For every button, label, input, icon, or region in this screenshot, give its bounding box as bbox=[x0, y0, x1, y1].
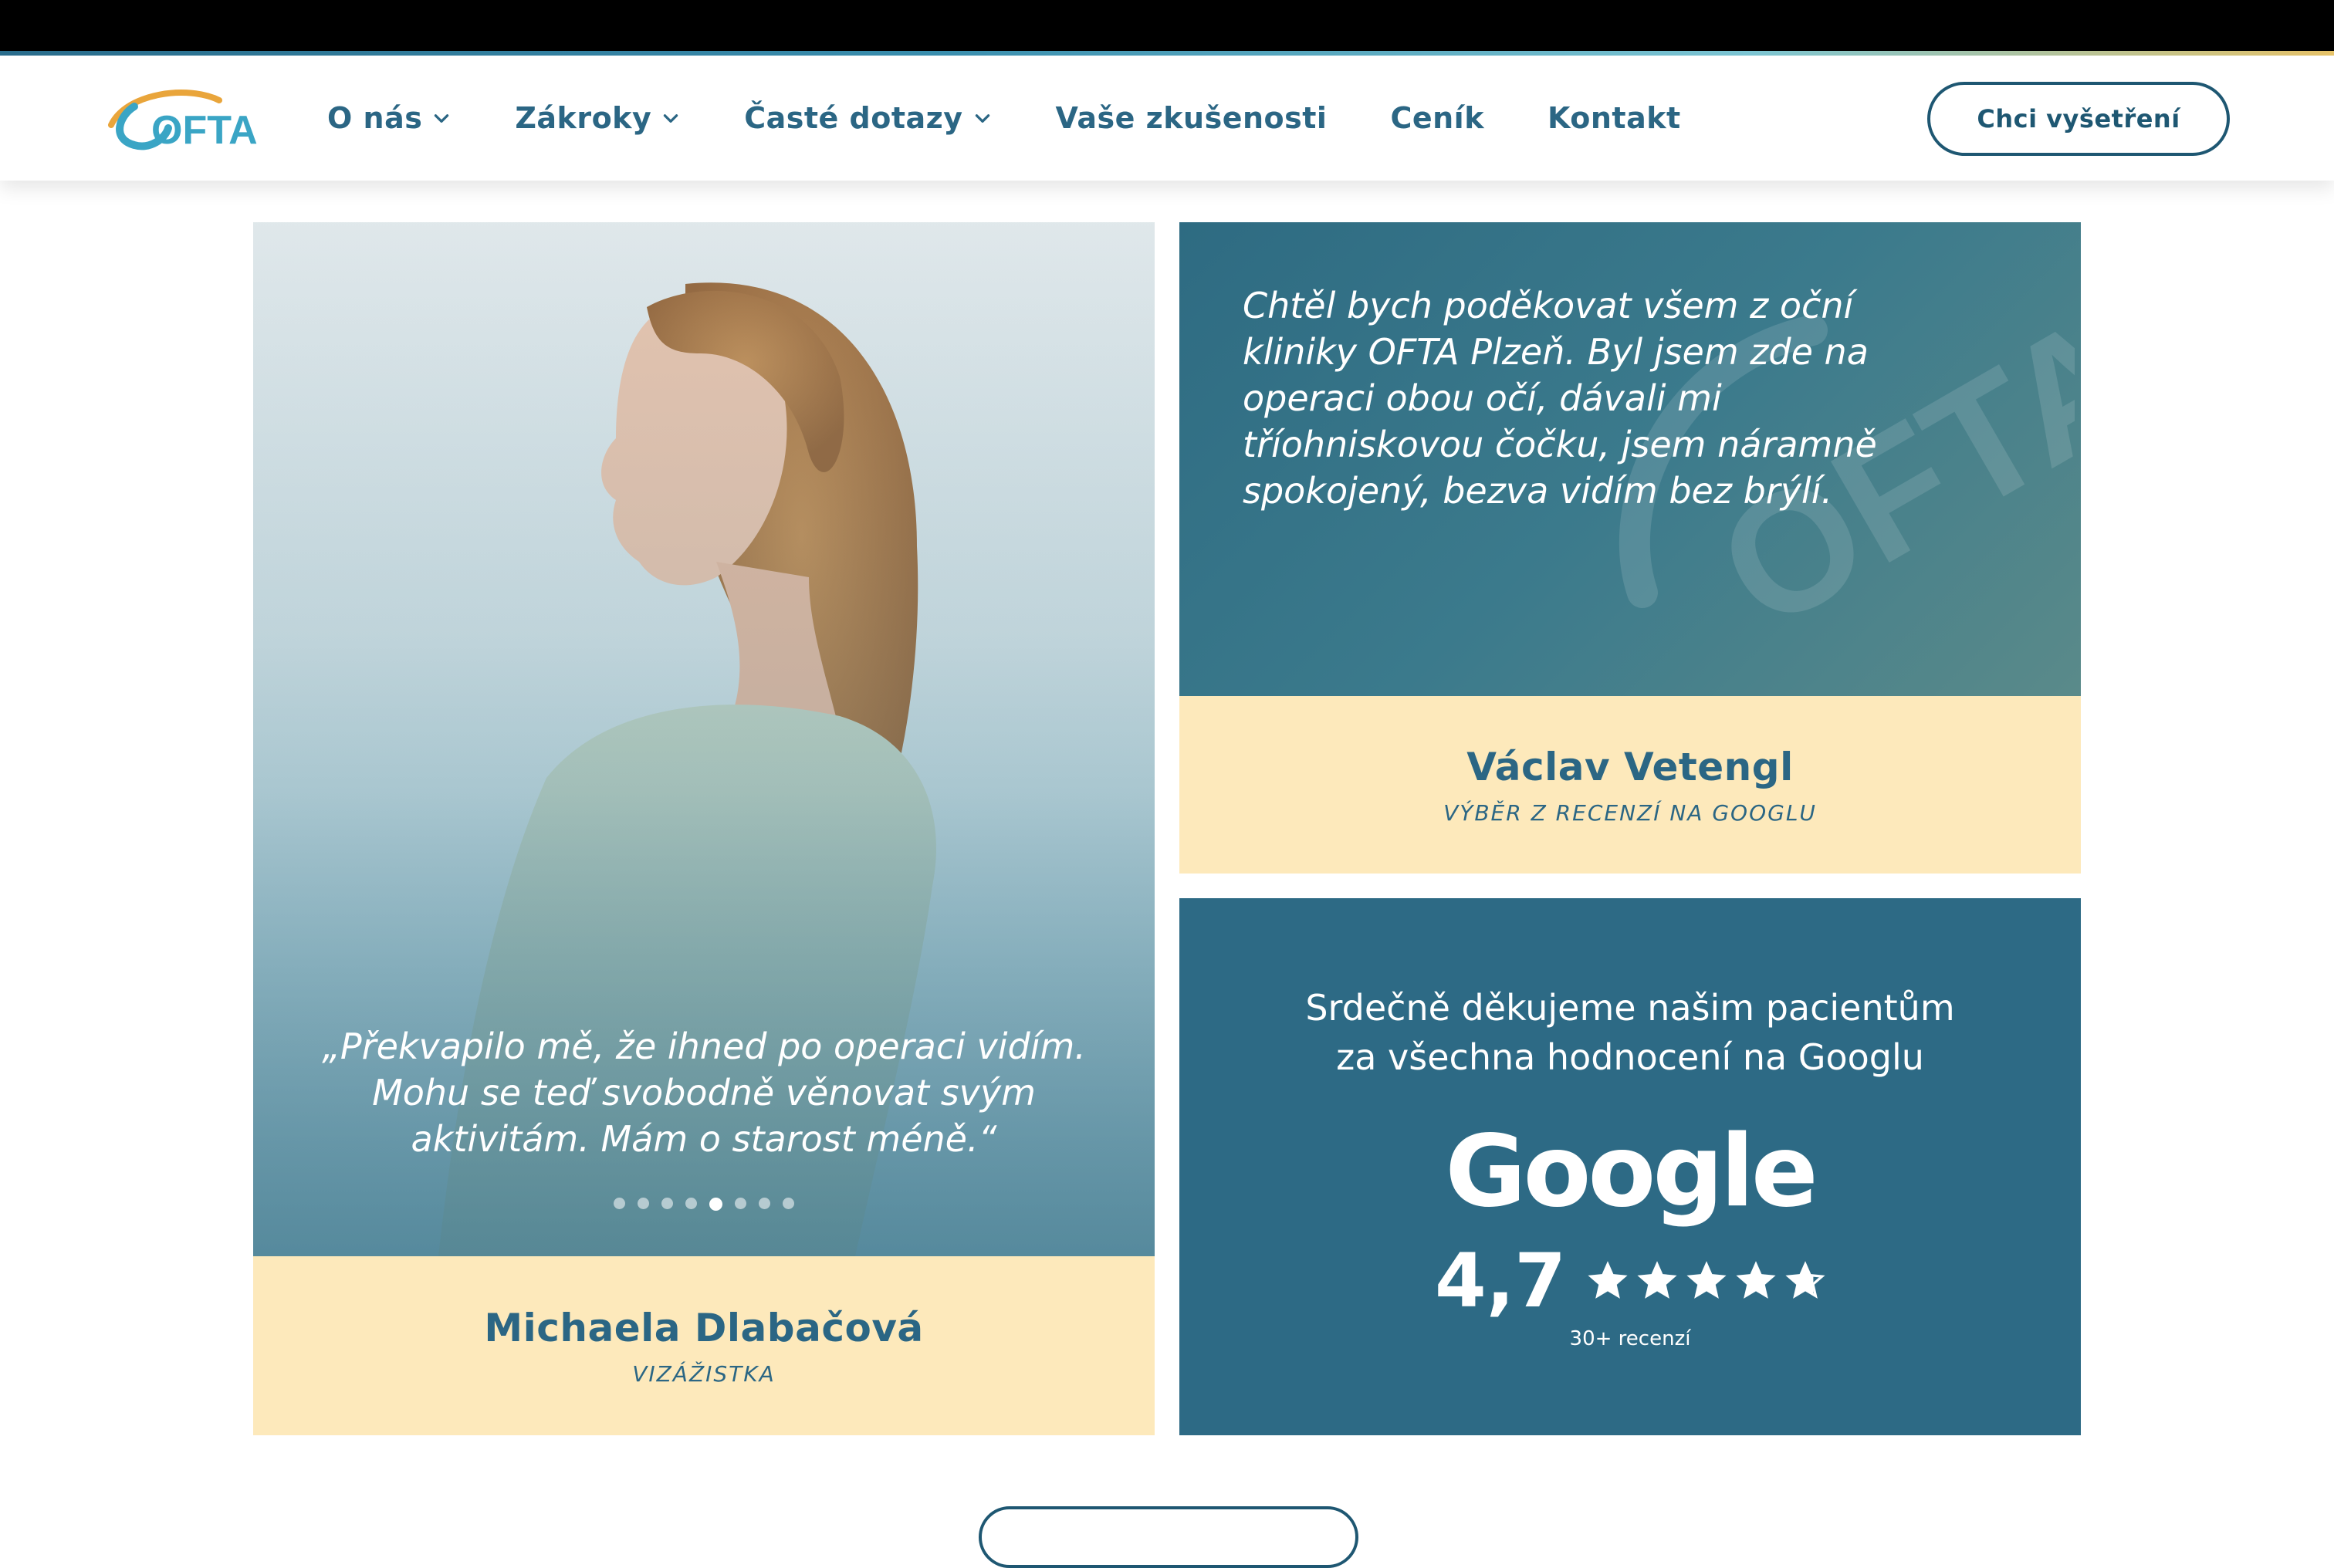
google-thanks-line-2: za všechna hodnocení na Googlu bbox=[1336, 1036, 1924, 1078]
logo-text: OFTA bbox=[151, 108, 258, 153]
google-logo: Google bbox=[1445, 1114, 1818, 1229]
main-nav: O nás Zákroky Časté dotazy Vaše zkušenos… bbox=[327, 56, 1744, 181]
site-header: OFTA O nás Zákroky Časté dotazy Vaše zku… bbox=[0, 56, 2334, 181]
star-icon bbox=[1637, 1261, 1677, 1299]
chevron-down-icon bbox=[664, 114, 678, 123]
review-author-panel: Václav Vetengl VÝBĚR Z RECENZÍ NA GOOGLU bbox=[1179, 696, 2081, 874]
star-icon bbox=[1785, 1261, 1825, 1299]
nav-item-vase-zkusenosti[interactable]: Vaše zkušenosti bbox=[1056, 101, 1328, 135]
slider-dot[interactable] bbox=[783, 1198, 794, 1209]
star-icon bbox=[1736, 1261, 1776, 1299]
nav-item-cenik[interactable]: Ceník bbox=[1390, 101, 1484, 135]
slider-dots bbox=[253, 1198, 1155, 1211]
ofta-logo[interactable]: OFTA bbox=[103, 77, 258, 162]
rating-stars bbox=[1588, 1261, 1825, 1301]
slider-dot-active[interactable] bbox=[709, 1198, 722, 1211]
star-icon bbox=[1686, 1261, 1727, 1299]
chevron-down-icon bbox=[435, 114, 449, 123]
nav-label: Vaše zkušenosti bbox=[1055, 101, 1328, 135]
testimonial-quote: „Překvapilo mě, že ihned po operaci vidí… bbox=[322, 1026, 1086, 1160]
request-exam-button[interactable]: Chci vyšetření bbox=[1927, 82, 2230, 156]
slider-dot[interactable] bbox=[614, 1198, 625, 1209]
review-source: VÝBĚR Z RECENZÍ NA GOOGLU bbox=[1443, 799, 1817, 826]
nav-label: Kontakt bbox=[1547, 101, 1681, 135]
nav-label: O nás bbox=[327, 101, 423, 135]
testimonial-author-panel: Michaela Dlabačová VIZÁŽISTKA bbox=[253, 1256, 1155, 1435]
testimonial-slider: „Překvapilo mě, že ihned po operaci vidí… bbox=[253, 222, 1155, 1256]
nav-label: Ceník bbox=[1390, 101, 1484, 135]
star-icon bbox=[1588, 1261, 1628, 1299]
review-text: Chtěl bych poděkovat všem z oční kliniky… bbox=[1243, 285, 1877, 512]
nav-item-kontakt[interactable]: Kontakt bbox=[1548, 101, 1681, 135]
slider-dot[interactable] bbox=[759, 1198, 770, 1209]
nav-item-zakroky[interactable]: Zákroky bbox=[515, 101, 681, 135]
slider-dot[interactable] bbox=[638, 1198, 649, 1209]
author-name: Michaela Dlabačová bbox=[484, 1305, 924, 1350]
nav-label: Časté dotazy bbox=[744, 101, 963, 135]
nav-label: Zákroky bbox=[515, 101, 652, 135]
author-role: VIZÁŽISTKA bbox=[632, 1360, 776, 1387]
rating-score: 4,7 bbox=[1434, 1238, 1567, 1324]
more-reviews-button[interactable] bbox=[979, 1506, 1358, 1568]
reviewer-name: Václav Vetengl bbox=[1466, 744, 1794, 789]
review-count: 30+ recenzí bbox=[1569, 1327, 1691, 1350]
window-top-bar bbox=[0, 0, 2334, 52]
google-review-card: OFTA Chtěl bych poděkovat všem z oční kl… bbox=[1179, 222, 2081, 696]
google-thanks-line-1: Srdečně děkujeme našim pacientům bbox=[1305, 987, 1955, 1029]
slider-dot[interactable] bbox=[685, 1198, 697, 1209]
slider-dot[interactable] bbox=[735, 1198, 746, 1209]
google-rating-card: Srdečně děkujeme našim pacientům za všec… bbox=[1179, 898, 2081, 1435]
nav-item-caste-dotazy[interactable]: Časté dotazy bbox=[744, 101, 992, 135]
google-thanks-title: Srdečně děkujeme našim pacientům za všec… bbox=[1179, 983, 2081, 1082]
nav-item-o-nas[interactable]: O nás bbox=[327, 101, 452, 135]
slider-dot[interactable] bbox=[661, 1198, 673, 1209]
chevron-down-icon bbox=[975, 114, 989, 123]
google-rating-row: 4,7 bbox=[1179, 1238, 2081, 1324]
